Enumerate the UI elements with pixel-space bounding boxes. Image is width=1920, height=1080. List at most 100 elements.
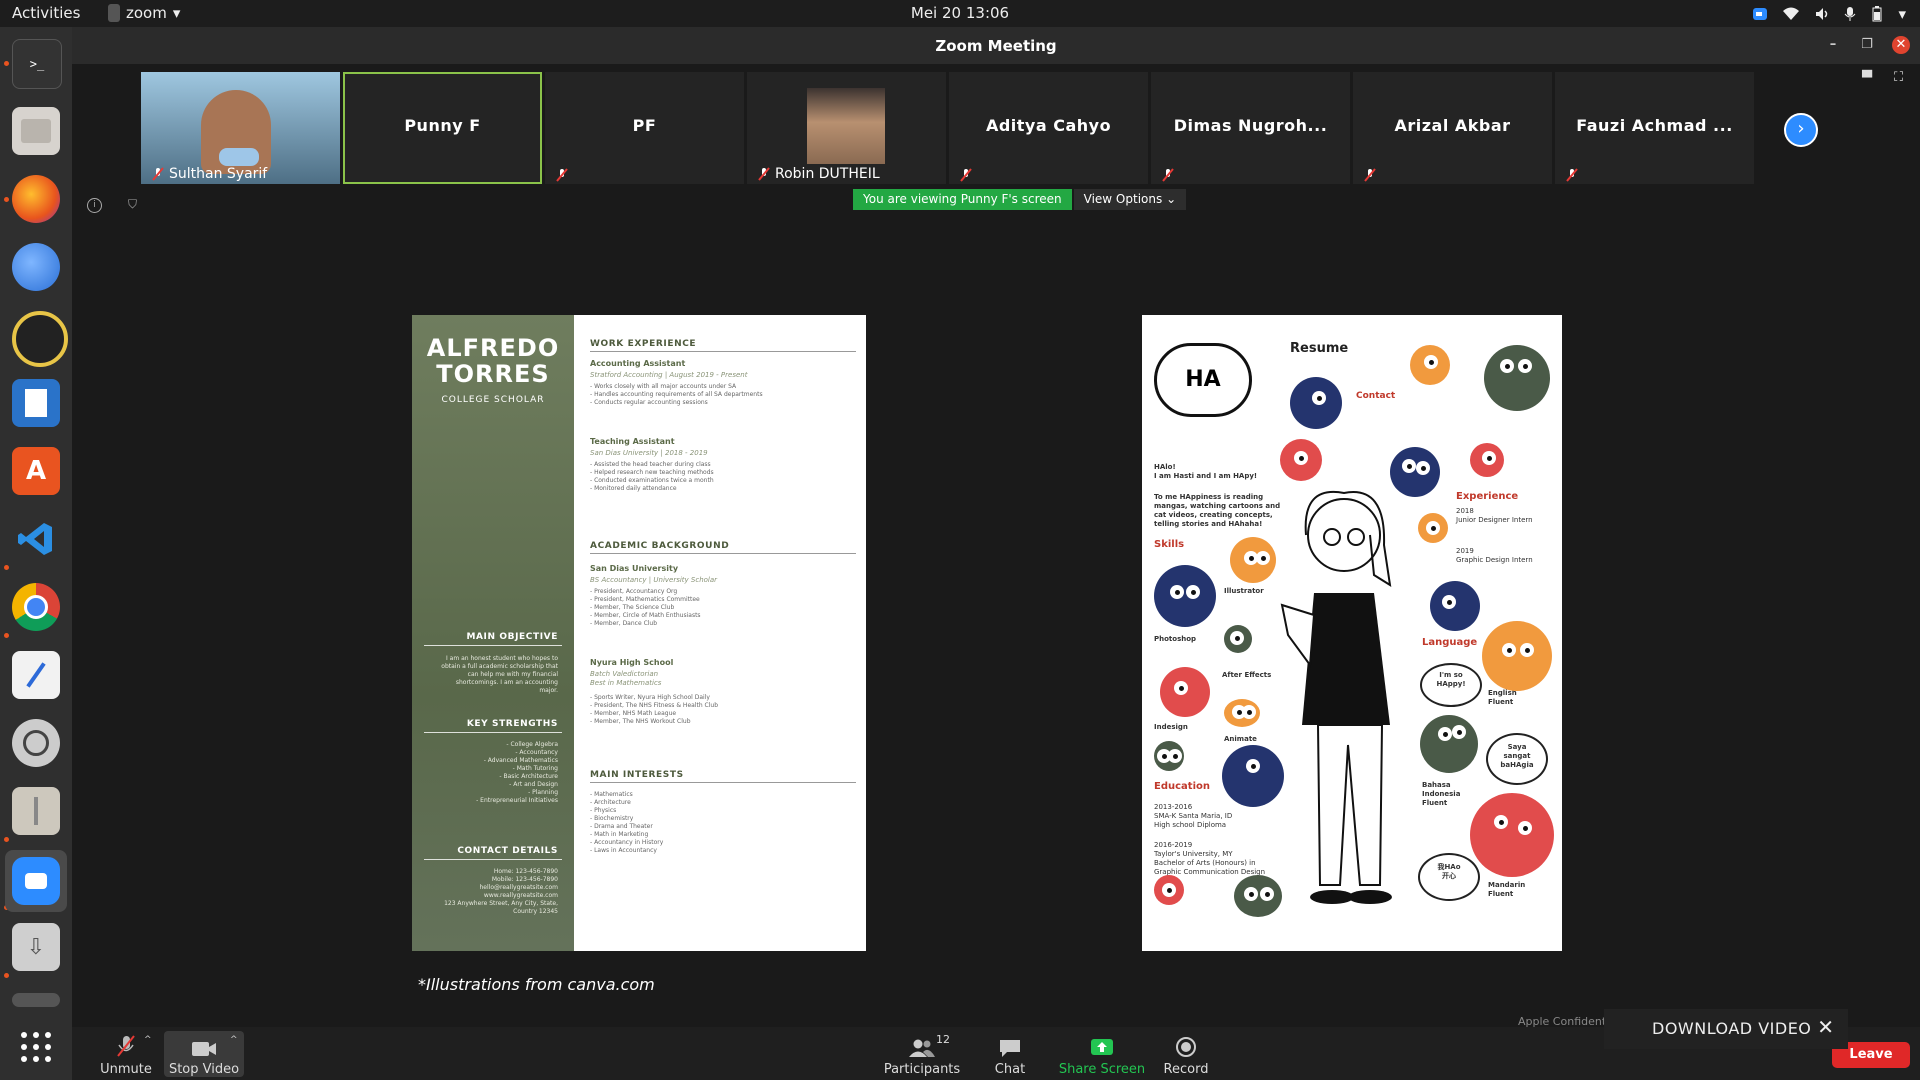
red-blob xyxy=(1160,667,1210,717)
close-button[interactable]: ✕ xyxy=(1892,36,1910,54)
participant-tile[interactable]: Arizal Akbar xyxy=(1353,72,1552,184)
shared-resume-right: HA Resume Contact HAlo! I am Hasti and I… xyxy=(1142,315,1562,951)
running-indicator xyxy=(4,197,9,202)
encryption-shield-icon[interactable]: ⛉ xyxy=(128,197,137,212)
chrome-icon[interactable] xyxy=(12,583,60,631)
muted-mic-icon xyxy=(1566,168,1578,182)
muted-mic-icon xyxy=(556,168,568,182)
restore-button[interactable]: ❐ xyxy=(1858,36,1876,54)
share-screen-button[interactable]: Share Screen xyxy=(1042,1031,1162,1077)
system-tray[interactable]: ▾ xyxy=(1752,5,1906,23)
section-heading: CONTACT DETAILS xyxy=(457,846,558,856)
participant-tile[interactable]: Fauzi Achmad ... xyxy=(1555,72,1754,184)
participant-label xyxy=(1363,168,1377,182)
participant-tile[interactable]: Dimas Nugroh... xyxy=(1151,72,1350,184)
show-applications-icon[interactable] xyxy=(12,1023,60,1071)
skill-label: Indesign xyxy=(1154,723,1188,731)
muted-mic-icon xyxy=(960,168,972,182)
participant-tile[interactable]: Sulthan Syarif xyxy=(141,72,340,184)
section-heading: ACADEMIC BACKGROUND xyxy=(590,541,730,551)
job-title: Accounting Assistant xyxy=(590,359,686,368)
red-blob xyxy=(1470,443,1504,477)
wifi-icon xyxy=(1783,7,1800,20)
experience-item: 2018 Junior Designer Intern xyxy=(1456,507,1533,524)
education-heading: Education xyxy=(1154,781,1210,792)
magnifier-icon[interactable] xyxy=(12,719,60,767)
text-editor-icon[interactable] xyxy=(12,651,60,699)
clock[interactable]: Mei 20 13:06 xyxy=(0,4,1920,22)
participant-name: PF xyxy=(632,116,657,135)
archive-manager-icon[interactable] xyxy=(12,787,60,835)
system-top-bar: Activities zoom ▾ Mei 20 13:06 ▾ xyxy=(0,0,1920,27)
drive-icon[interactable] xyxy=(12,993,60,1007)
ubuntu-software-icon[interactable]: A xyxy=(12,447,60,495)
chevron-right-icon: › xyxy=(1797,118,1805,139)
divider xyxy=(590,351,856,352)
participant-tile[interactable]: Aditya Cahyo xyxy=(949,72,1148,184)
terminal-icon[interactable]: >_ xyxy=(12,39,62,89)
school-name: Nyura High School xyxy=(590,658,674,667)
participant-name: Fauzi Achmad ... xyxy=(1576,116,1733,135)
objective-text: I am an honest student who hopes to obta… xyxy=(441,655,558,694)
running-indicator xyxy=(4,633,9,638)
red-blob xyxy=(1154,875,1184,905)
divider xyxy=(424,859,562,860)
rhythmbox-icon[interactable] xyxy=(12,311,68,367)
girl-illustration xyxy=(1280,490,1392,904)
contact-text: Home: 123-456-7890 Mobile: 123-456-7890 … xyxy=(444,868,558,915)
participant-tile[interactable]: PF xyxy=(545,72,744,184)
fullscreen-icon[interactable]: ⛶ xyxy=(1894,70,1903,85)
record-button[interactable]: Record xyxy=(1146,1031,1226,1077)
participant-label xyxy=(959,168,973,182)
record-icon xyxy=(1176,1037,1196,1057)
participants-button[interactable]: Participants xyxy=(872,1031,972,1077)
next-page-button[interactable]: › xyxy=(1784,113,1818,147)
experience-heading: Experience xyxy=(1456,491,1519,502)
volume-icon xyxy=(1816,8,1828,20)
firefox-icon[interactable] xyxy=(12,175,60,223)
participant-label: Sulthan Syarif xyxy=(151,166,267,182)
download-video-overlay[interactable]: DOWNLOAD VIDEO ✕ xyxy=(1604,1009,1848,1049)
navy-blob xyxy=(1154,565,1216,627)
participant-tile[interactable]: Punny F xyxy=(343,72,542,184)
job-bullets: - Assisted the head teacher during class… xyxy=(590,461,714,492)
strengths-list: - College Algebra - Accountancy - Advanc… xyxy=(476,741,558,804)
files-icon[interactable] xyxy=(12,107,60,155)
divider xyxy=(424,732,562,733)
zoom-dock-icon[interactable] xyxy=(5,850,67,912)
minimize-button[interactable]: – xyxy=(1824,36,1842,54)
resume-sidebar: ALFREDO TORRES COLLEGE SCHOLAR MAIN OBJE… xyxy=(412,315,574,951)
resume-title: Resume xyxy=(1290,341,1349,356)
chevron-up-icon[interactable]: ^ xyxy=(144,1035,152,1045)
participant-name: Aditya Cahyo xyxy=(985,116,1112,135)
unmute-label: Unmute xyxy=(100,1062,152,1077)
zoom-meeting-window: Zoom Meeting – ❐ ✕ Sulthan Syarif Punny … xyxy=(72,27,1920,1080)
participants-icon xyxy=(909,1039,935,1057)
info-icon[interactable]: i xyxy=(87,198,102,213)
skill-label: Photoshop xyxy=(1154,635,1197,643)
libreoffice-writer-icon[interactable] xyxy=(12,379,60,427)
muted-mic-icon xyxy=(758,167,770,181)
orange-blob xyxy=(1482,621,1552,691)
usb-drive-icon[interactable]: ⇩ xyxy=(12,923,60,971)
contact-heading: Contact xyxy=(1356,391,1396,401)
close-icon[interactable]: ✕ xyxy=(1817,1015,1834,1039)
muted-mic-icon xyxy=(1162,168,1174,182)
participant-strip: Sulthan Syarif Punny F PF Robin DUTHEIL … xyxy=(141,72,1754,184)
skill-label: Animate xyxy=(1224,735,1257,743)
speaker-view-icon[interactable]: ▀ xyxy=(1862,71,1872,86)
muted-mic-icon xyxy=(117,1035,135,1057)
education-item: 2016-2019 Taylor's University, MY Bachel… xyxy=(1154,841,1266,876)
participant-name-label: Robin DUTHEIL xyxy=(775,166,880,182)
navy-blob xyxy=(1290,377,1342,429)
window-title: Zoom Meeting xyxy=(935,37,1057,55)
chevron-up-icon[interactable]: ^ xyxy=(230,1035,238,1045)
view-options-button[interactable]: View Options ⌄ xyxy=(1073,189,1187,210)
thunderbird-icon[interactable] xyxy=(12,243,60,291)
ha-logo: HA xyxy=(1154,343,1252,417)
participant-tile[interactable]: Robin DUTHEIL xyxy=(747,72,946,184)
vscode-icon[interactable] xyxy=(12,515,60,563)
skills-heading: Skills xyxy=(1154,539,1185,550)
participant-label xyxy=(555,168,569,182)
divider xyxy=(590,553,856,554)
